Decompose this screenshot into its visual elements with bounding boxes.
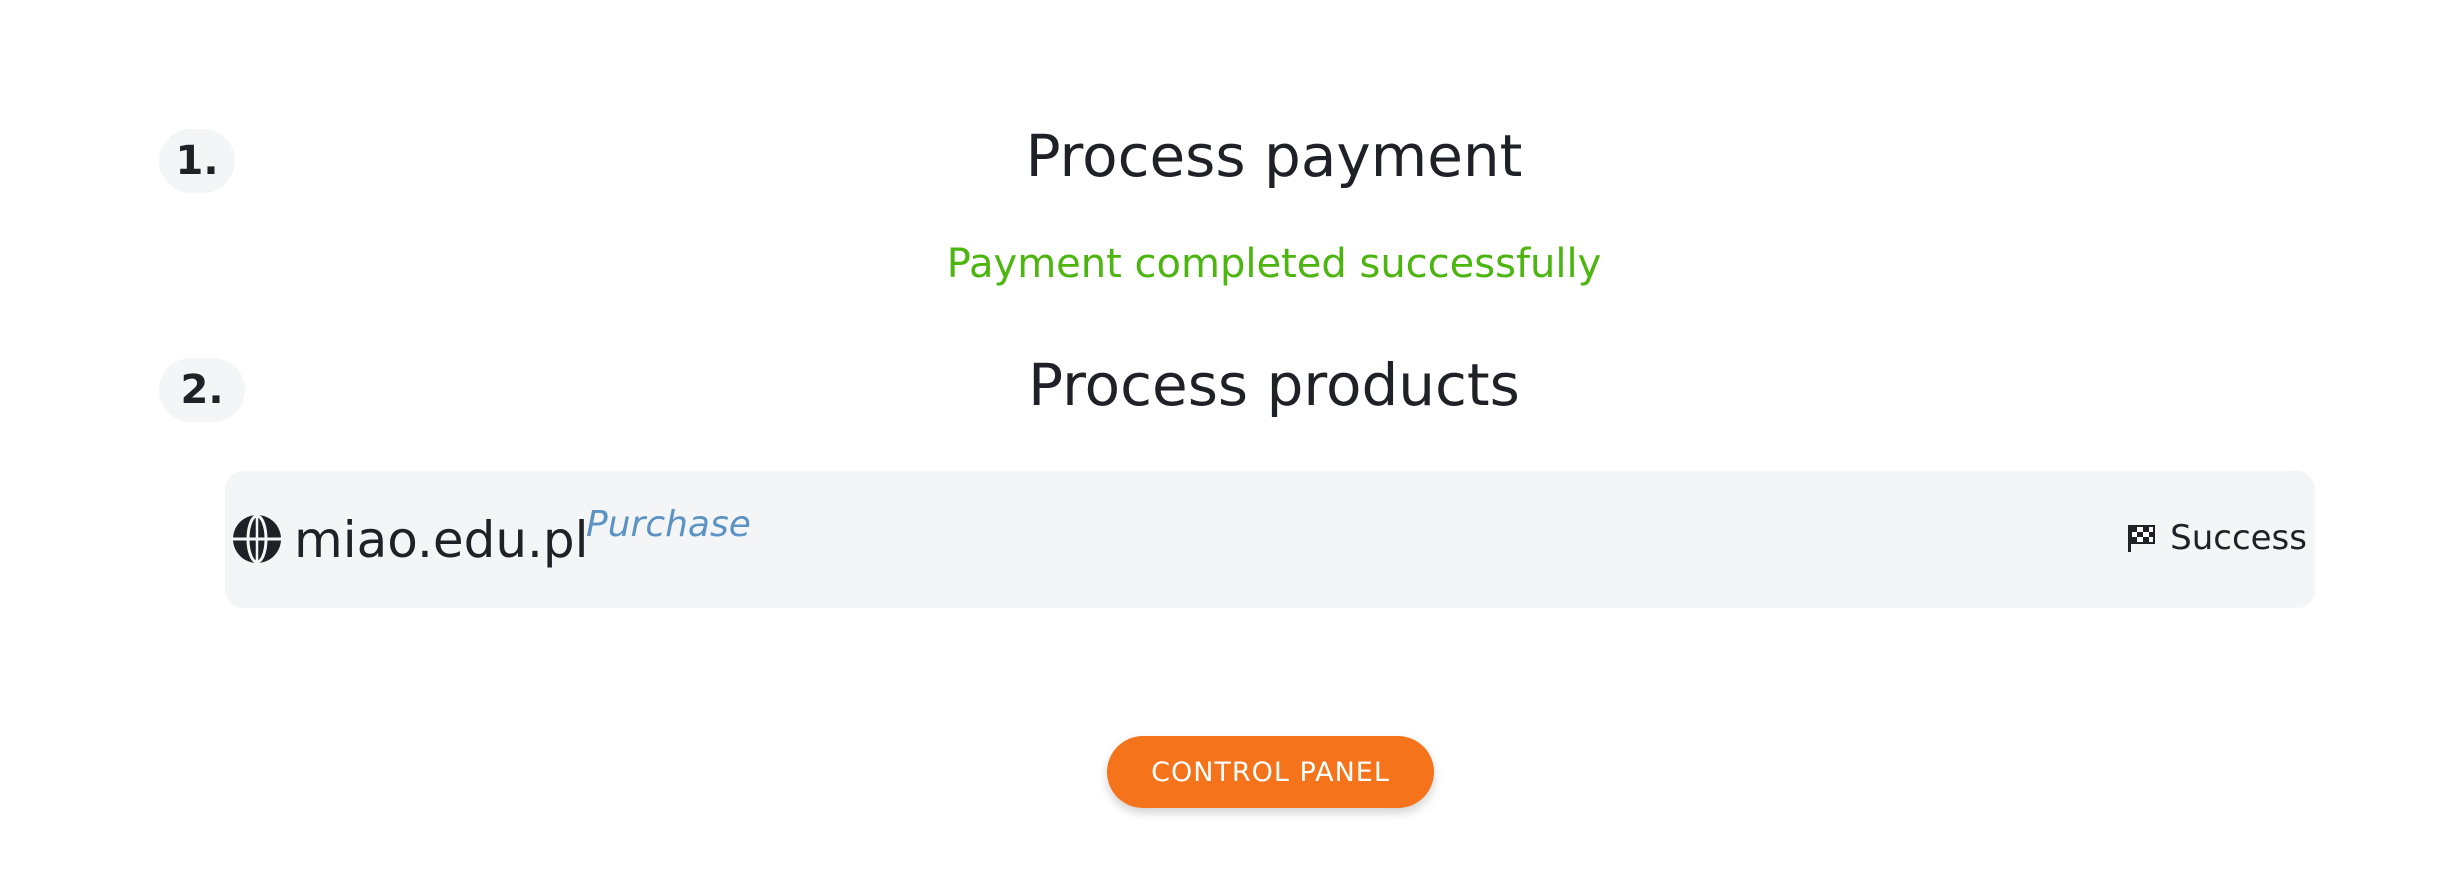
checkered-flag-icon [2128,525,2156,552]
order-result-page: 1. Process payment Payment completed suc… [0,0,2442,894]
product-domain-name: miao.edu.pl [294,511,589,569]
process-products-heading: Process products [1028,351,1520,419]
product-row: miao.edu.pl Purchase Success [225,471,2315,608]
control-panel-button[interactable]: CONTROL PANEL [1107,736,1434,808]
globe-icon [233,514,281,564]
product-type-label: Purchase [586,504,751,545]
product-result-label: Success [2170,518,2307,558]
product-result-status: Success [2126,516,2307,560]
payment-status-message: Payment completed successfully [946,241,1602,287]
process-payment-heading: Process payment [1025,122,1523,190]
